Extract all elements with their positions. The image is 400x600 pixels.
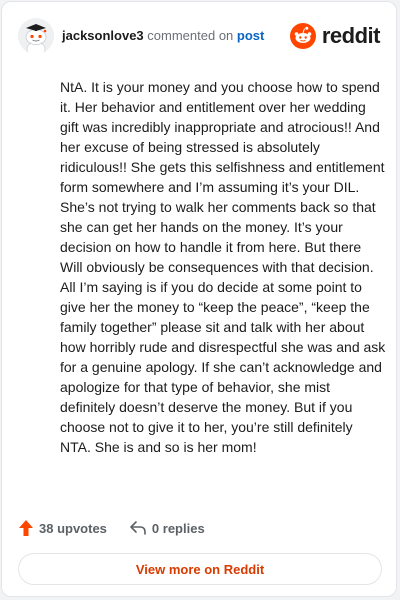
reddit-logo-icon (289, 23, 316, 49)
reply-button[interactable]: 0 replies (129, 520, 205, 536)
reply-count: 0 replies (151, 520, 205, 536)
comment-actions: 38 upvotes 0 replies (18, 516, 205, 540)
commented-on-text: commented on (147, 28, 234, 43)
reddit-brand[interactable]: reddit (289, 22, 381, 50)
reply-arrow-icon (130, 521, 146, 535)
upvote-arrow-icon (19, 520, 33, 536)
comment-byline: jacksonlove3 commented on post (62, 28, 264, 43)
post-link[interactable]: post (237, 28, 264, 43)
user-avatar[interactable] (18, 18, 54, 54)
username-link[interactable]: jacksonlove3 (62, 28, 144, 43)
snoo-avatar-icon (18, 18, 54, 54)
comment-card: jacksonlove3 commented on post reddit Nt… (1, 1, 397, 597)
reddit-wordmark: reddit (321, 23, 381, 48)
view-more-button[interactable]: View more on Reddit (18, 553, 382, 585)
comment-header: jacksonlove3 commented on post reddit (18, 18, 381, 54)
comment-body: NtA. It is your money and you choose how… (60, 79, 386, 455)
upvote-button[interactable]: 38 upvotes (18, 519, 107, 537)
upvote-count: 38 upvotes (39, 520, 107, 536)
